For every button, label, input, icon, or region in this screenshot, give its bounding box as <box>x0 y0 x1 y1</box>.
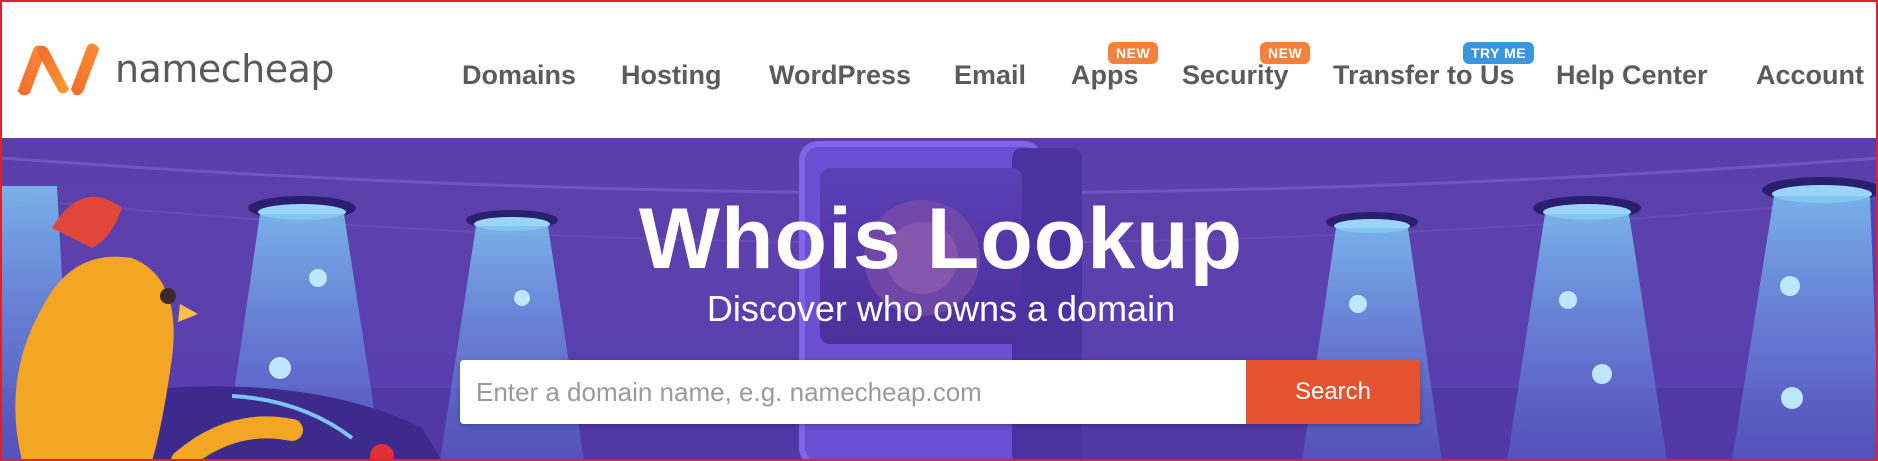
security-new-badge: NEW <box>1260 42 1311 64</box>
page-title: Whois Lookup <box>638 191 1244 287</box>
apps-new-badge: NEW <box>1108 42 1159 64</box>
nav-transfer-to-us[interactable]: Transfer to Us <box>1333 60 1515 91</box>
transfer-try-me-badge: TRY ME <box>1463 42 1535 64</box>
nav-email[interactable]: Email <box>954 60 1026 91</box>
nav-apps[interactable]: Apps <box>1071 60 1139 91</box>
site-header: namecheap Domains Hosting WordPress Emai… <box>0 0 1878 138</box>
domain-search-input[interactable] <box>460 360 1246 424</box>
nav-help-center[interactable]: Help Center <box>1556 60 1708 91</box>
nav-wordpress[interactable]: WordPress <box>769 60 911 91</box>
search-button[interactable]: Search <box>1246 360 1420 424</box>
nav-security[interactable]: Security <box>1182 60 1289 91</box>
nav-domains[interactable]: Domains <box>462 60 576 91</box>
nav-hosting[interactable]: Hosting <box>621 60 722 91</box>
whois-hero: Whois Lookup Discover who owns a domain … <box>0 138 1878 461</box>
page-subtitle: Discover who owns a domain <box>706 288 1176 329</box>
domain-search-form: Search <box>460 360 1420 424</box>
main-nav: Domains Hosting WordPress Email Apps Sec… <box>2 60 1878 100</box>
nav-account[interactable]: Account <box>1756 60 1864 91</box>
